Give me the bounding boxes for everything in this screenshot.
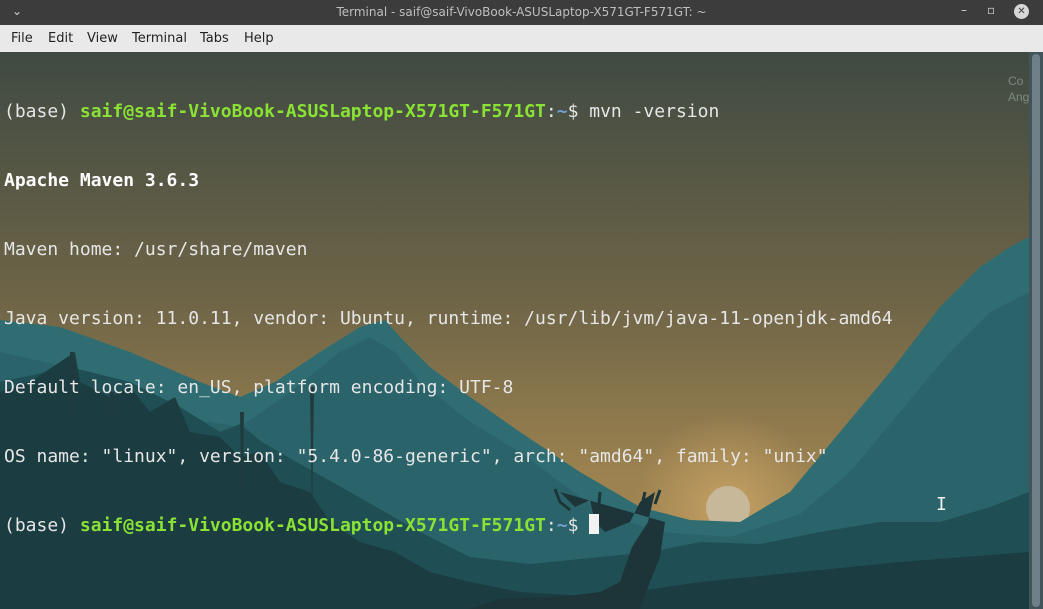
menu-help[interactable]: Help	[244, 31, 274, 46]
window-title: Terminal - saif@saif-VivoBook-ASUSLaptop…	[336, 5, 707, 19]
output-line: Apache Maven 3.6.3	[4, 170, 200, 191]
menu-file[interactable]: File	[11, 31, 33, 46]
command-line: (base) saif@saif-VivoBook-ASUSLaptop-X57…	[4, 100, 893, 123]
menu-tabs[interactable]: Tabs	[200, 31, 229, 46]
prompt-env: (base)	[4, 515, 70, 536]
menu-view[interactable]: View	[87, 31, 118, 46]
terminal-output: (base) saif@saif-VivoBook-ASUSLaptop-X57…	[4, 54, 893, 583]
prompt-user: saif@saif-VivoBook-ASUSLaptop-X571GT-F57…	[79, 101, 546, 122]
menu-bar: File Edit View Terminal Tabs Help	[0, 25, 1043, 53]
output-line: Maven home: /usr/share/maven	[4, 239, 308, 260]
menu-terminal[interactable]: Terminal	[132, 31, 187, 46]
command-text: mvn -version	[589, 101, 720, 122]
restore-icon[interactable]: ▫	[987, 3, 995, 17]
terminal-window: ⌄ Terminal - saif@saif-VivoBook-ASUSLapt…	[0, 0, 1043, 609]
scrollbar[interactable]	[1029, 52, 1043, 609]
mouse-ibeam-cursor-icon: I	[936, 494, 947, 515]
text-cursor	[589, 514, 600, 534]
desktop-label-partial: Co	[1008, 74, 1024, 88]
prompt-path: ~	[556, 101, 568, 122]
output-line: Default locale: en_US, platform encoding…	[4, 377, 514, 398]
output-line: OS name: "linux", version: "5.4.0-86-gen…	[4, 446, 828, 467]
prompt-user: saif@saif-VivoBook-ASUSLaptop-X571GT-F57…	[79, 515, 546, 536]
title-bar[interactable]: ⌄ Terminal - saif@saif-VivoBook-ASUSLapt…	[0, 0, 1043, 25]
desktop-label-partial: Ang	[1008, 90, 1030, 104]
prompt-env: (base)	[4, 101, 70, 122]
scrollbar-thumb[interactable]	[1032, 54, 1040, 607]
close-icon[interactable]: ✕	[1014, 4, 1029, 19]
prompt-path: ~	[556, 515, 568, 536]
prompt-line[interactable]: (base) saif@saif-VivoBook-ASUSLaptop-X57…	[4, 514, 893, 537]
prompt-symbol: $	[567, 515, 579, 536]
output-line: Java version: 11.0.11, vendor: Ubuntu, r…	[4, 308, 893, 329]
terminal-area[interactable]: (base) saif@saif-VivoBook-ASUSLaptop-X57…	[0, 52, 1029, 609]
prompt-separator: :	[545, 515, 557, 536]
prompt-separator: :	[545, 101, 557, 122]
minimize-icon[interactable]: –	[961, 3, 967, 17]
prompt-symbol: $	[567, 101, 579, 122]
menu-edit[interactable]: Edit	[48, 31, 73, 46]
